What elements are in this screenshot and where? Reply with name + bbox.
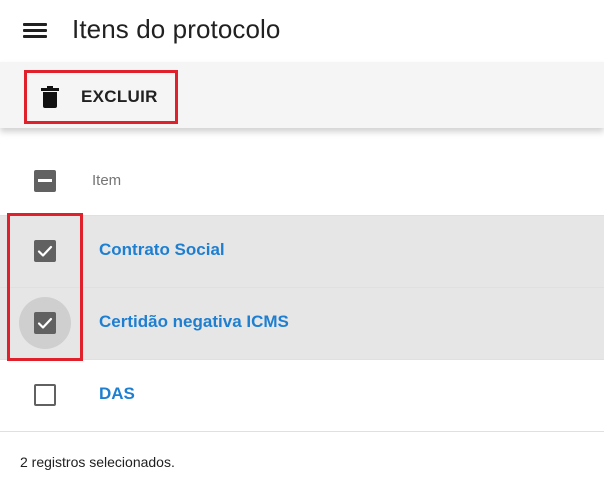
item-link[interactable]: Contrato Social — [99, 240, 225, 260]
page-title: Itens do protocolo — [72, 14, 281, 44]
trash-icon — [41, 86, 59, 108]
selection-toolbar: EXCLUIR — [0, 62, 604, 128]
items-table: Item Contrato Social Certidão negativa I… — [0, 146, 604, 432]
row-checkbox[interactable] — [34, 312, 56, 334]
selection-status: 2 registros selecionados. — [20, 454, 175, 470]
select-all-checkbox[interactable] — [34, 170, 56, 192]
item-link[interactable]: Certidão negativa ICMS — [99, 312, 289, 332]
row-checkbox[interactable] — [34, 384, 56, 406]
delete-button-label: EXCLUIR — [81, 87, 158, 106]
column-header-item: Item — [92, 172, 122, 189]
checkmark-icon — [37, 245, 53, 257]
checkmark-icon — [37, 317, 53, 329]
app-header: Itens do protocolo — [0, 0, 604, 62]
table-row[interactable]: Contrato Social — [0, 216, 604, 288]
row-checkbox[interactable] — [34, 240, 56, 262]
hamburger-menu-icon[interactable] — [22, 20, 48, 42]
table-row[interactable]: Certidão negativa ICMS — [0, 288, 604, 360]
delete-button[interactable]: EXCLUIR — [24, 70, 178, 124]
table-header-row: Item — [0, 146, 604, 216]
item-link[interactable]: DAS — [99, 384, 135, 404]
table-row[interactable]: DAS — [0, 360, 604, 432]
